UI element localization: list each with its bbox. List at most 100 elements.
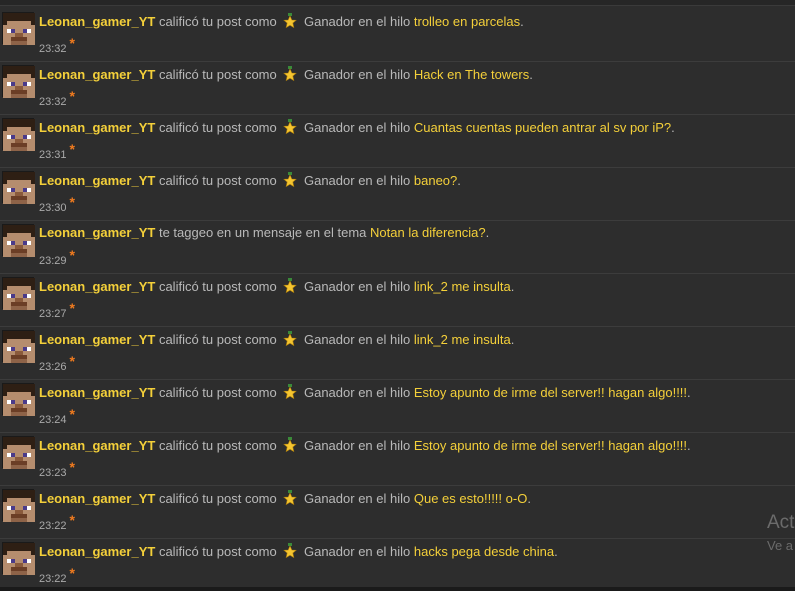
context-text: en el hilo (358, 332, 411, 347)
rating-label: Ganador (303, 120, 355, 135)
thread-link[interactable]: Estoy apunto de irme del server!! hagan … (414, 438, 687, 453)
new-star-icon: * (69, 141, 75, 157)
avatar-icon[interactable] (2, 277, 35, 310)
username-link[interactable]: Leonan_gamer_YT (39, 279, 155, 294)
avatar-icon[interactable] (2, 436, 35, 469)
avatar-icon[interactable] (2, 489, 35, 522)
rating-label: Ganador (303, 544, 355, 559)
notification-text: Leonan_gamer_YT calificó tu post como Ga… (39, 13, 524, 30)
notification-row: Leonan_gamer_YT calificó tu post como Ga… (0, 115, 795, 168)
avatar-icon[interactable] (2, 171, 35, 204)
username-link[interactable]: Leonan_gamer_YT (39, 491, 155, 506)
period-text: . (510, 332, 515, 347)
context-text: en el hilo (358, 544, 411, 559)
notification-text: Leonan_gamer_YT calificó tu post como Ga… (39, 384, 691, 401)
watermark-subtitle: Ve a (767, 538, 794, 553)
action-text: calificó tu post como (158, 279, 277, 294)
notification-meta: 23:32 * (39, 35, 75, 55)
notification-row: Leonan_gamer_YT te taggeo en un mensaje … (0, 221, 795, 274)
rating-label: Ganador (303, 173, 355, 188)
winner-star-icon (282, 490, 298, 506)
action-text: calificó tu post como (158, 385, 277, 400)
notification-row: Leonan_gamer_YT calificó tu post como Ga… (0, 168, 795, 221)
notification-text: Leonan_gamer_YT calificó tu post como Ga… (39, 278, 514, 295)
notification-row: Leonan_gamer_YT calificó tu post como Ga… (0, 380, 795, 433)
notification-row: Leonan_gamer_YT calificó tu post como Ga… (0, 539, 795, 591)
period-text: . (527, 491, 531, 506)
notification-meta: 23:32 * (39, 88, 75, 108)
context-text: en el hilo (358, 120, 411, 135)
username-link[interactable]: Leonan_gamer_YT (39, 438, 155, 453)
winner-star-icon (282, 278, 298, 294)
notification-meta: 23:23 * (39, 460, 75, 479)
timestamp: 23:23 (39, 467, 67, 479)
context-text: en el hilo (358, 67, 411, 82)
username-link[interactable]: Leonan_gamer_YT (39, 385, 155, 400)
context-text: en el hilo (358, 438, 411, 453)
username-link[interactable]: Leonan_gamer_YT (39, 14, 155, 29)
thread-link[interactable]: trolleo en parcelas (414, 14, 520, 29)
new-star-icon: * (69, 406, 75, 422)
new-star-icon: * (69, 353, 75, 369)
username-link[interactable]: Leonan_gamer_YT (39, 67, 155, 82)
action-text: calificó tu post como (158, 67, 277, 82)
thread-link[interactable]: Estoy apunto de irme del server!! hagan … (414, 385, 687, 400)
notification-text: Leonan_gamer_YT calificó tu post como Ga… (39, 172, 461, 189)
avatar-icon[interactable] (2, 542, 35, 575)
notification-row: Leonan_gamer_YT calificó tu post como Ga… (0, 9, 795, 62)
rating-label: Ganador (303, 279, 355, 294)
username-link[interactable]: Leonan_gamer_YT (39, 544, 155, 559)
avatar-icon[interactable] (2, 224, 35, 257)
thread-link[interactable]: Hack en The towers (414, 67, 529, 82)
avatar-icon[interactable] (2, 12, 35, 45)
username-link[interactable]: Leonan_gamer_YT (39, 173, 155, 188)
avatar-icon[interactable] (2, 330, 35, 363)
username-link[interactable]: Leonan_gamer_YT (39, 120, 155, 135)
thread-link[interactable]: link_2 me insulta (414, 332, 511, 347)
timestamp: 23:32 (39, 43, 67, 55)
winner-star-icon (282, 543, 298, 559)
notification-meta: 23:24 * (39, 406, 75, 426)
avatar-icon[interactable] (2, 118, 35, 151)
action-text: calificó tu post como (158, 120, 277, 135)
avatar-icon[interactable] (2, 383, 35, 416)
winner-star-icon (282, 119, 298, 135)
bottom-bar (0, 587, 795, 591)
new-star-icon: * (69, 247, 75, 263)
timestamp: 23:22 (39, 573, 67, 585)
thread-link[interactable]: link_2 me insulta (414, 279, 511, 294)
context-text: en el hilo (358, 14, 411, 29)
notifications-page: Leonan_gamer_YT calificó tu post como Ga… (0, 0, 795, 591)
avatar-icon[interactable] (2, 65, 35, 98)
notification-text: Leonan_gamer_YT calificó tu post como Ga… (39, 490, 531, 507)
timestamp: 23:22 (39, 520, 67, 532)
notification-meta: 23:26 * (39, 353, 75, 373)
action-text: calificó tu post como (158, 544, 277, 559)
timestamp: 23:32 (39, 96, 67, 108)
username-link[interactable]: Leonan_gamer_YT (39, 225, 155, 240)
timestamp: 23:30 (39, 202, 67, 214)
winner-star-icon (282, 66, 298, 82)
thread-link[interactable]: Notan la diferencia? (370, 225, 486, 240)
winner-star-icon (282, 331, 298, 347)
new-star-icon: * (69, 512, 75, 528)
thread-link[interactable]: Que es esto!!!!! o-O (414, 491, 527, 506)
action-text: calificó tu post como (158, 332, 277, 347)
notification-text: Leonan_gamer_YT calificó tu post como Ga… (39, 331, 514, 348)
context-text: en el hilo (358, 279, 411, 294)
new-star-icon: * (69, 35, 75, 51)
new-star-icon: * (69, 88, 75, 104)
rating-label: Ganador (303, 14, 355, 29)
rating-label: Ganador (303, 438, 355, 453)
thread-link[interactable]: baneo? (414, 173, 457, 188)
context-text: en el hilo (358, 173, 411, 188)
thread-link[interactable]: Cuantas cuentas pueden antrar al sv por … (414, 120, 671, 135)
thread-link[interactable]: hacks pega desde china (414, 544, 554, 559)
activation-watermark: Act Ve a (767, 512, 794, 554)
notification-text: Leonan_gamer_YT calificó tu post como Ga… (39, 437, 691, 454)
notification-row: Leonan_gamer_YT calificó tu post como Ga… (0, 486, 795, 539)
notification-meta: 23:27 * (39, 301, 75, 320)
action-text: calificó tu post como (158, 491, 277, 506)
username-link[interactable]: Leonan_gamer_YT (39, 332, 155, 347)
watermark-title: Act (767, 512, 795, 533)
